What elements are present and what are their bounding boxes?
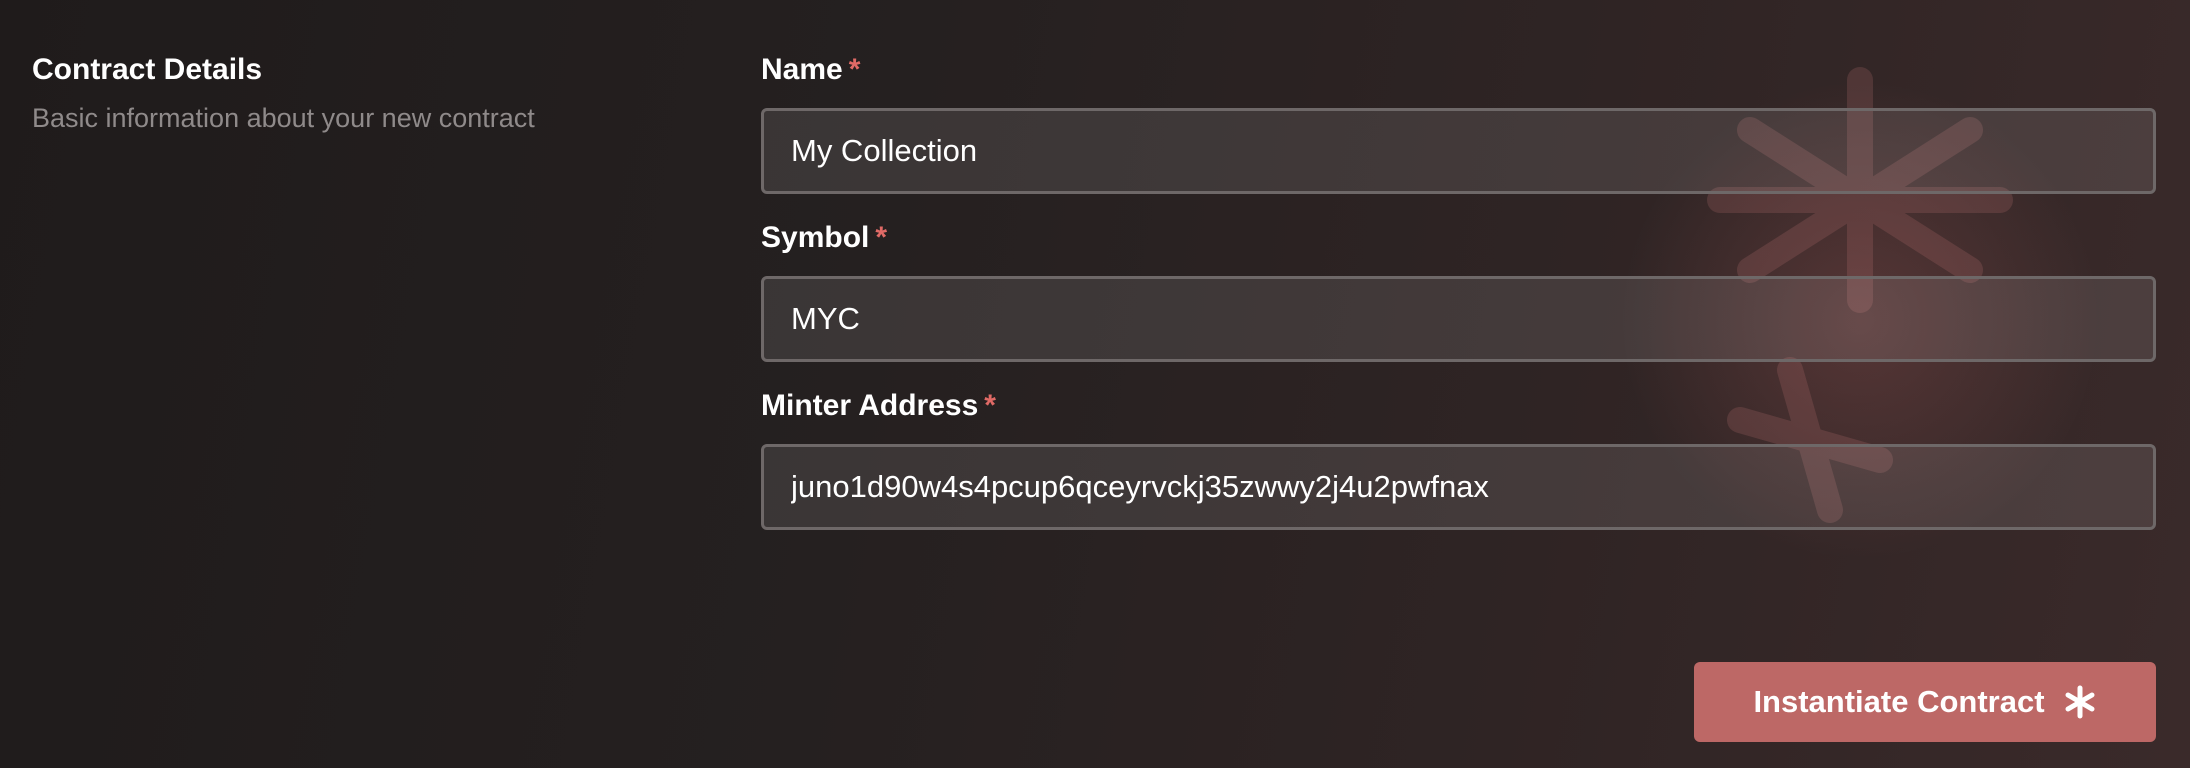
minter-address-field: Minter Address * bbox=[761, 386, 2156, 530]
asterisk-icon bbox=[2063, 685, 2097, 719]
required-marker: * bbox=[848, 53, 861, 86]
section-subtitle: Basic information about your new contrac… bbox=[32, 103, 535, 133]
symbol-input[interactable] bbox=[761, 276, 2156, 362]
name-label: Name * bbox=[761, 50, 2156, 90]
required-marker: * bbox=[984, 389, 996, 422]
name-input[interactable] bbox=[761, 108, 2156, 194]
symbol-label: Symbol * bbox=[761, 218, 2156, 258]
instantiate-contract-label: Instantiate Contract bbox=[1753, 684, 2045, 719]
contract-form: Name* Symbol* Minter Address* bbox=[761, 50, 2156, 554]
section-title: Contract Details bbox=[32, 53, 263, 86]
minter-address-label-text: Minter Address bbox=[761, 389, 979, 422]
symbol-label-text: Symbol bbox=[761, 221, 870, 254]
name-field: Name * bbox=[761, 50, 2156, 194]
section-header: Contract Details Basic information about… bbox=[32, 50, 535, 136]
required-marker: * bbox=[875, 221, 888, 254]
minter-address-label: Minter Address * bbox=[761, 386, 2156, 426]
name-label-text: Name bbox=[761, 53, 843, 86]
instantiate-contract-button[interactable]: Instantiate Contract bbox=[1694, 662, 2156, 742]
symbol-field: Symbol * bbox=[761, 218, 2156, 362]
minter-address-input[interactable] bbox=[761, 444, 2156, 530]
